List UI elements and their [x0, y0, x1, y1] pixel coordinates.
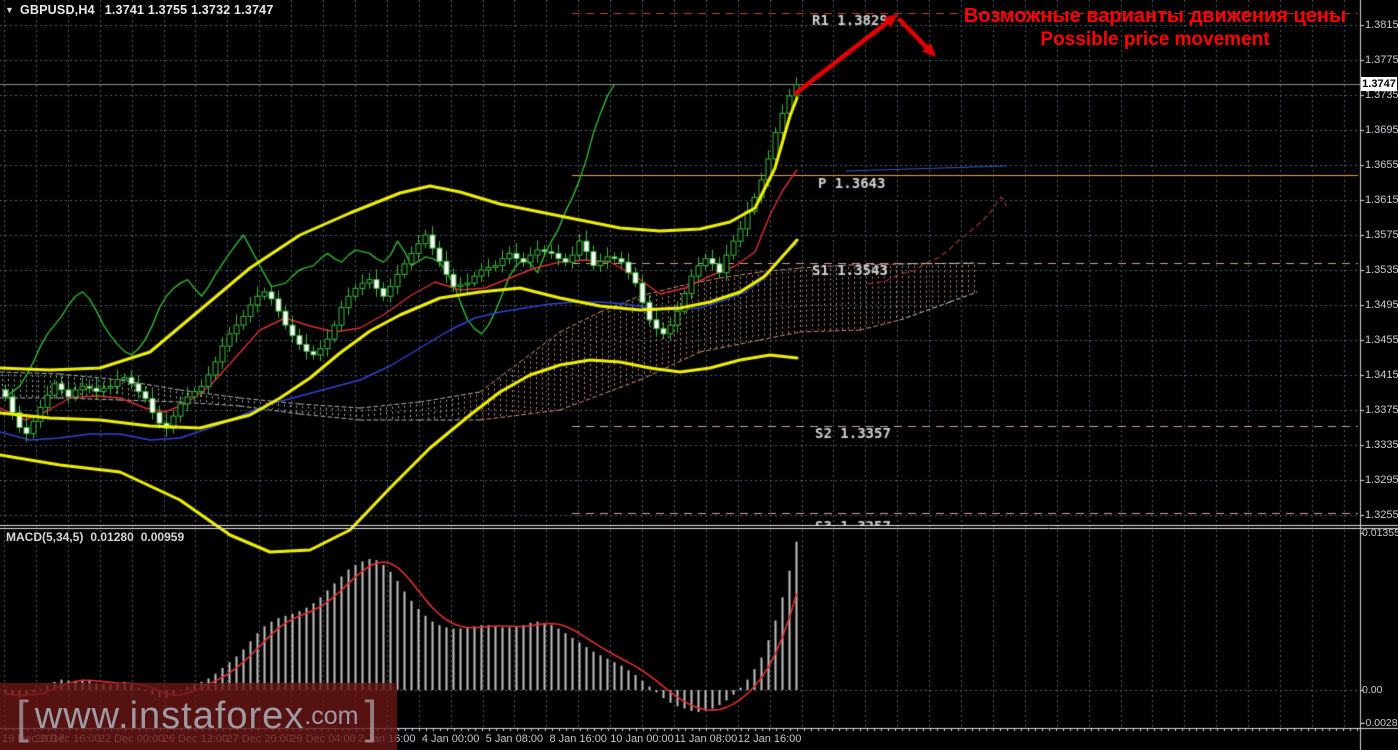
ohlc-values: 1.3741 1.3755 1.3732 1.3747	[104, 3, 274, 17]
price-axis-label: 1.3775	[1365, 54, 1398, 66]
price-axis-label: 1.3655	[1365, 159, 1398, 171]
watermark-bar: [ www.instaforex .com ]	[0, 683, 397, 750]
price-axis-label: 1.3375	[1365, 404, 1398, 416]
time-axis-label: 4 Jan 00:00	[421, 733, 480, 745]
price-axis-label: 1.3455	[1365, 334, 1398, 346]
price-axis-label: 1.3815	[1365, 19, 1398, 31]
time-axis-label: 12 Jan 16:00	[737, 733, 802, 745]
annotation-line-en: Possible price movement	[1040, 29, 1270, 50]
price-axis-label: 1.3535	[1365, 264, 1398, 276]
macd-axis-label: -0.00288	[1362, 717, 1398, 730]
time-axis-label: 5 Jan 08:00	[485, 733, 544, 745]
watermark-text: www.instaforex	[34, 695, 305, 737]
chart-dropdown-icon[interactable]: ▼	[5, 5, 14, 15]
price-axis-label: 1.3335	[1365, 439, 1398, 451]
price-axis-label: 1.3255	[1365, 509, 1398, 521]
chart-window: ▼ GBPUSD,H4 1.3741 1.3755 1.3732 1.3747 M…	[0, 0, 1398, 750]
price-axis-label: 1.3415	[1365, 369, 1398, 381]
price-axis-label: 1.3695	[1365, 124, 1398, 136]
analyst-annotation: Возможные варианты движения цены Possibl…	[945, 5, 1365, 51]
macd-name: MACD(5,34,5)	[6, 530, 84, 544]
time-axis-label: 11 Jan 08:00	[674, 733, 738, 745]
watermark-bracket-right: ]	[364, 690, 378, 743]
macd-signal-value: 0.00959	[140, 530, 185, 544]
symbol-label: GBPUSD,H4	[20, 3, 95, 17]
price-axis-label: 1.3495	[1365, 299, 1398, 311]
price-axis-label: 1.3575	[1365, 229, 1398, 241]
current-price-tag: 1.3747	[1361, 77, 1397, 91]
time-axis-label: 8 Jan 16:00	[549, 733, 607, 745]
macd-value: 0.01280	[90, 530, 134, 544]
macd-axis-label: 0.01355	[1362, 526, 1398, 539]
macd-indicator-label: MACD(5,34,5) 0.01280 0.00959	[6, 530, 191, 544]
symbol-title: GBPUSD,H4 1.3741 1.3755 1.3732 1.3747	[20, 3, 273, 17]
time-axis-label: 10 Jan 00:00	[610, 733, 674, 745]
price-axis-label: 1.3295	[1365, 474, 1398, 486]
annotation-line-ru: Возможные варианты движения цены	[963, 5, 1347, 27]
watermark-suffix: .com	[304, 702, 359, 730]
watermark-bracket-left: [	[16, 690, 29, 743]
price-chart-canvas[interactable]	[0, 0, 1398, 750]
price-axis-label: 1.3615	[1365, 194, 1398, 206]
macd-axis-label: 0.00	[1362, 684, 1383, 696]
